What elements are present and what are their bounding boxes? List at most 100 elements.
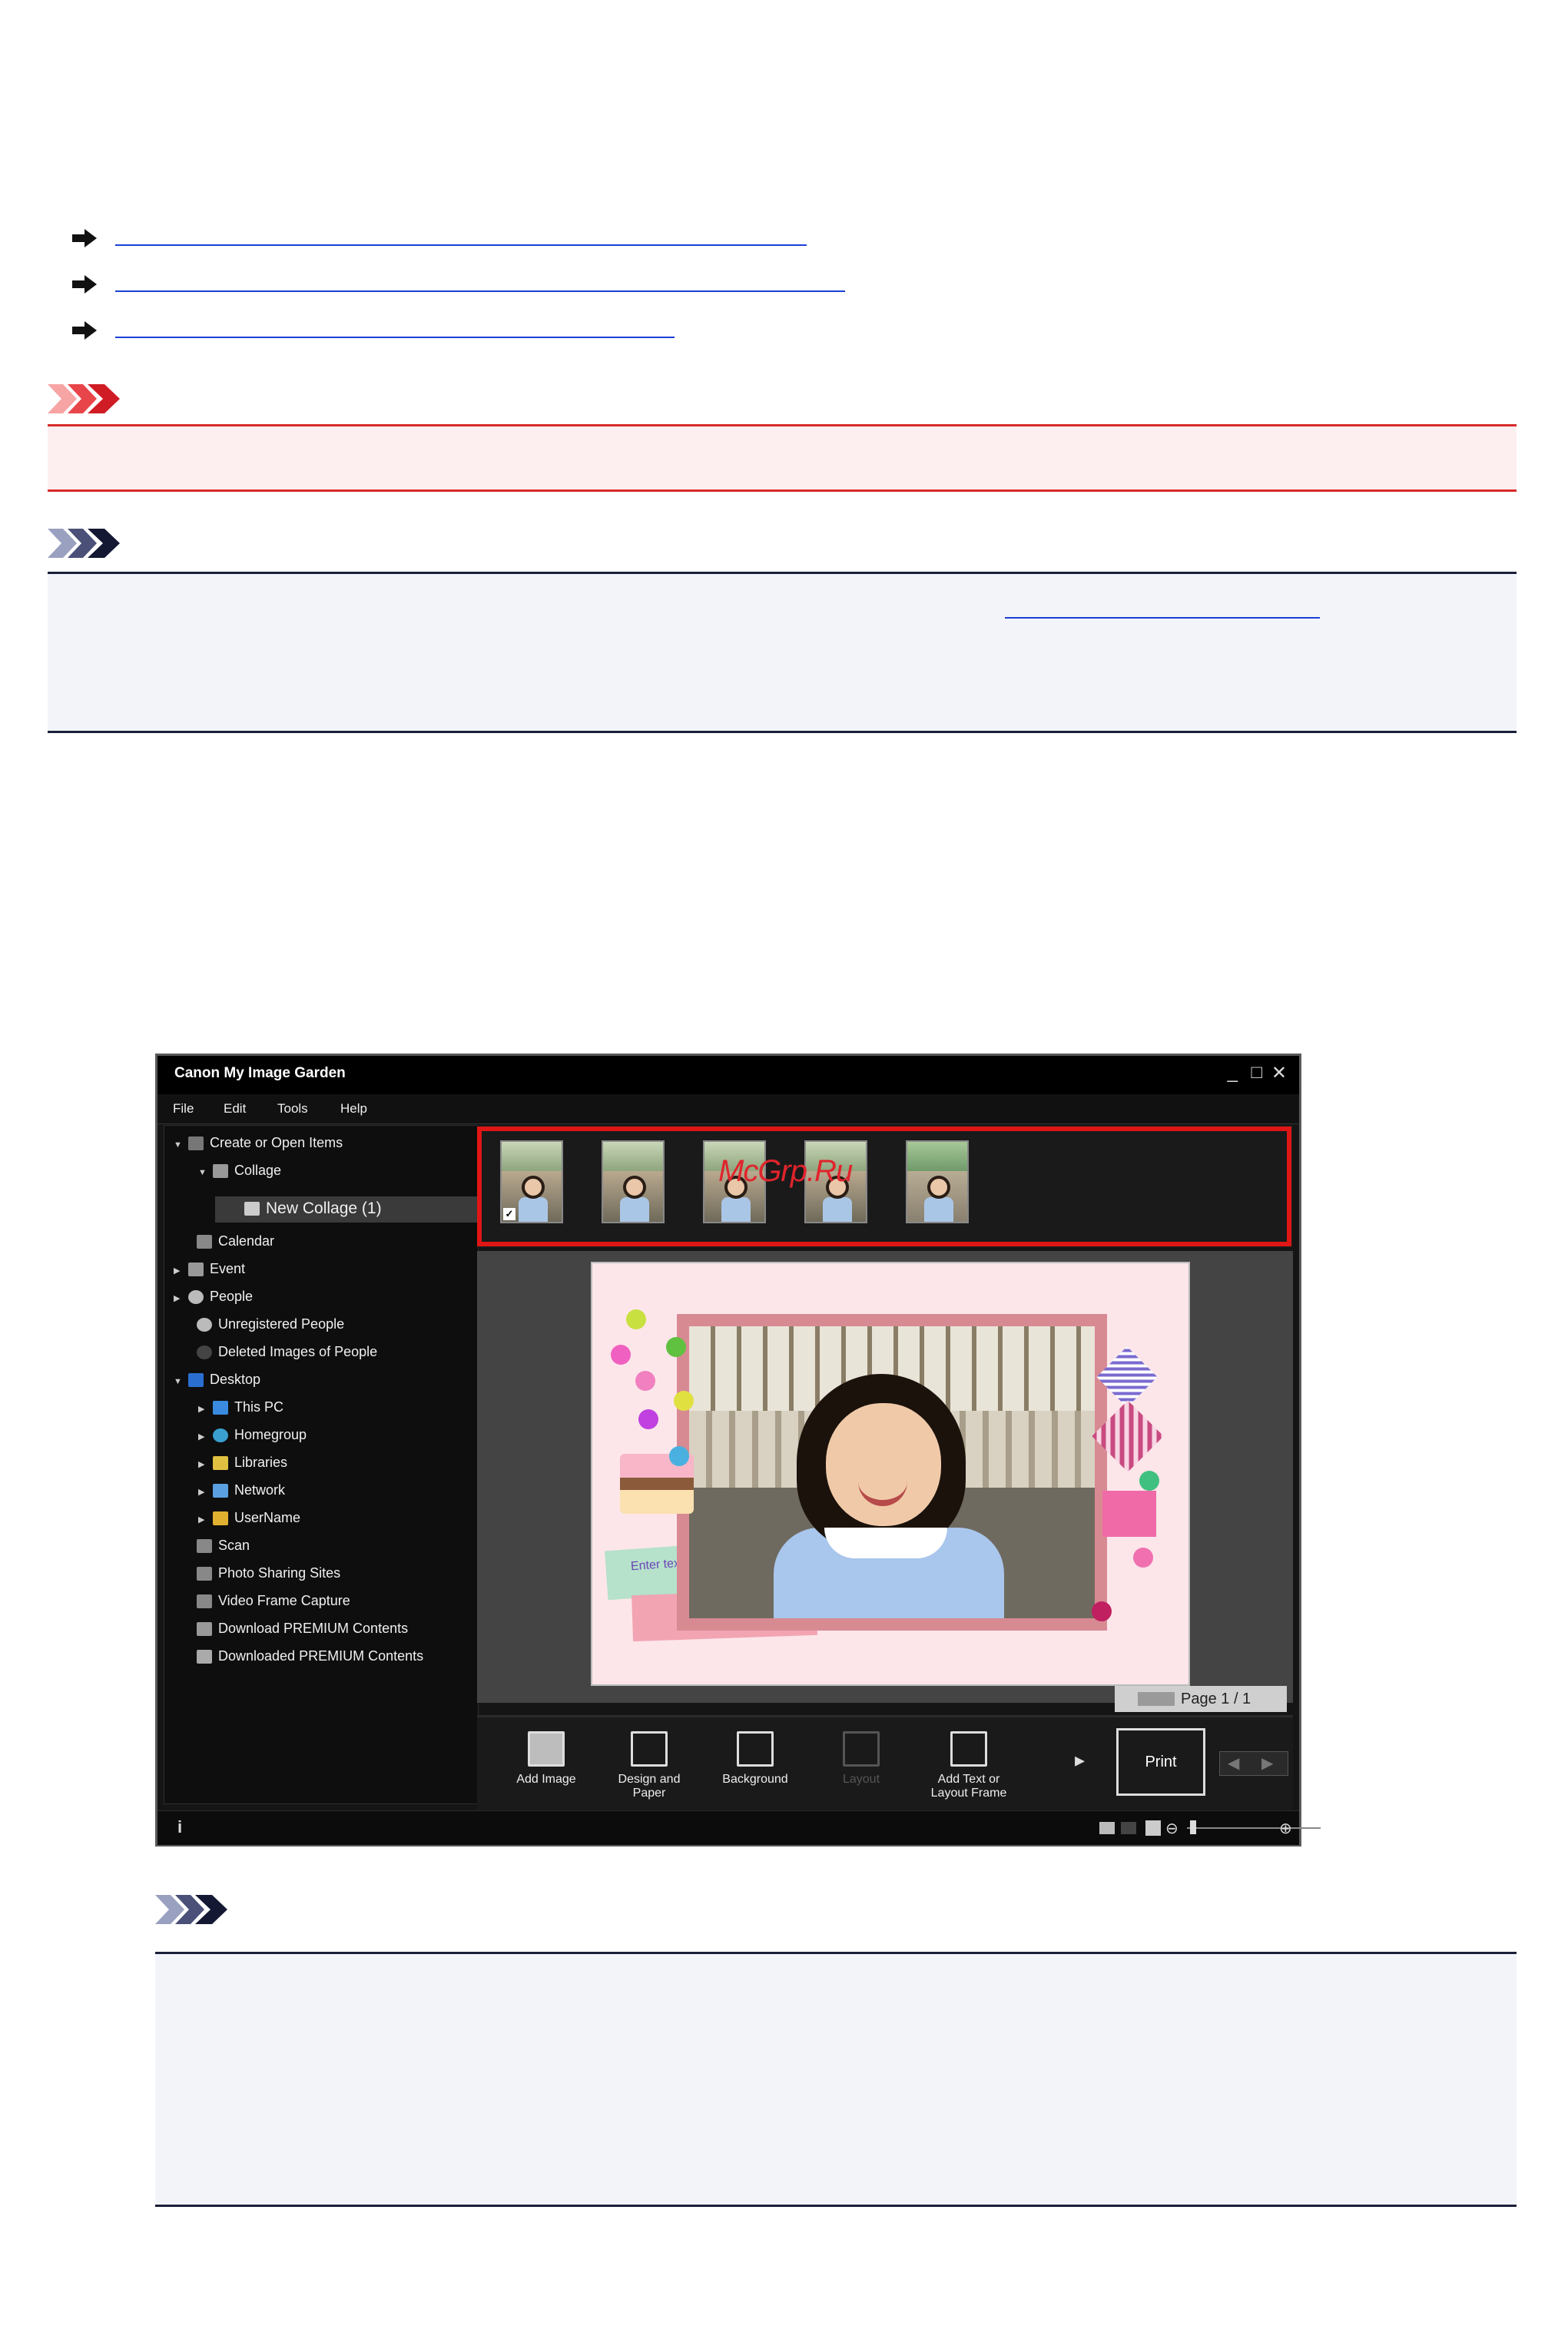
menu-tools[interactable]: Tools <box>277 1101 308 1117</box>
view-mode-icon[interactable] <box>1121 1822 1136 1834</box>
tree-libraries[interactable]: ▶ Libraries <box>198 1452 287 1473</box>
flower-decoration <box>1092 1601 1112 1621</box>
menu-file[interactable]: File <box>173 1101 194 1117</box>
zoom-out-icon[interactable]: ⊖ <box>1165 1819 1178 1838</box>
maximize-icon[interactable]: □ <box>1251 1062 1263 1083</box>
info-icon[interactable]: i <box>177 1817 182 1837</box>
design-and-paper-button[interactable]: Design and Paper <box>603 1722 695 1805</box>
flower-decoration <box>669 1446 689 1466</box>
highlight-frame <box>477 1127 1291 1246</box>
gift-decoration <box>1102 1491 1156 1537</box>
flower-decoration <box>635 1371 655 1391</box>
background-icon <box>737 1731 774 1767</box>
person-icon <box>197 1318 212 1332</box>
expand-arrow-icon[interactable]: ▼ <box>174 1371 184 1392</box>
tree-event[interactable]: ▶ Event <box>174 1258 245 1279</box>
add-image-button[interactable]: Add Image <box>500 1722 592 1805</box>
collapse-arrow-icon[interactable]: ▶ <box>174 1260 184 1282</box>
menu-help[interactable]: Help <box>340 1101 367 1117</box>
flower-decoration <box>666 1337 686 1357</box>
toolbar-scroll-right-icon[interactable]: ▸ <box>1075 1748 1085 1772</box>
page-indicator: Page 1 / 1 <box>1115 1686 1287 1712</box>
tree-new-collage[interactable]: New Collage (1) <box>244 1198 382 1219</box>
collapse-arrow-icon[interactable]: ▶ <box>198 1399 209 1420</box>
folder-icon <box>197 1650 212 1664</box>
page-nav-group: ◀ ▶ <box>1219 1751 1288 1776</box>
view-mode-icon[interactable] <box>1099 1822 1115 1834</box>
add-text-or-layout-frame-button[interactable]: Add Text or Layout Frame <box>923 1722 1015 1805</box>
tree-scan[interactable]: Scan <box>197 1535 250 1556</box>
sidebar: ▼ Create or Open Items ▼ Collage New Col… <box>164 1125 479 1804</box>
collapse-arrow-icon[interactable]: ▶ <box>198 1509 209 1531</box>
flower-decoration <box>674 1391 694 1411</box>
collapse-arrow-icon[interactable]: ▶ <box>198 1454 209 1475</box>
tree-collage[interactable]: ▼ Collage <box>198 1160 281 1181</box>
previous-page-icon[interactable]: ◀ <box>1228 1754 1239 1773</box>
tree-video-frame-capture[interactable]: Video Frame Capture <box>197 1590 350 1611</box>
video-frame-icon <box>197 1594 212 1609</box>
tree-create-or-open-items[interactable]: ▼ Create or Open Items <box>174 1132 343 1153</box>
note-box-2 <box>155 1952 1517 2207</box>
app-title: Canon My Image Garden <box>174 1065 346 1081</box>
layout-icon <box>843 1731 880 1767</box>
menu-bar: File Edit Tools Help <box>157 1094 1299 1124</box>
important-box <box>48 424 1517 492</box>
link-row-3[interactable] <box>71 315 675 346</box>
photo-image <box>689 1326 1095 1618</box>
arrow-right-icon <box>72 321 97 340</box>
print-button[interactable]: Print <box>1116 1728 1205 1796</box>
person-icon <box>188 1290 204 1305</box>
next-page-icon[interactable]: ▶ <box>1261 1754 1273 1773</box>
note-icon <box>48 529 120 558</box>
flower-decoration <box>611 1345 631 1365</box>
link-row-1[interactable] <box>71 223 807 254</box>
page-thumbnail-icon <box>1138 1692 1175 1706</box>
add-image-icon <box>528 1731 565 1767</box>
photo-frame[interactable] <box>677 1314 1107 1631</box>
zoom-slider[interactable] <box>1187 1827 1321 1829</box>
photo-sharing-icon <box>197 1567 212 1581</box>
tree-homegroup[interactable]: ▶ Homegroup <box>198 1424 307 1445</box>
flower-decoration <box>1139 1471 1159 1491</box>
create-items-icon <box>188 1136 204 1151</box>
status-bar: i ⊖ ⊕ <box>157 1810 1321 1845</box>
calendar-icon <box>197 1235 212 1249</box>
tree-unregistered-people[interactable]: Unregistered People <box>197 1313 344 1335</box>
collapse-arrow-icon[interactable]: ▶ <box>174 1288 184 1309</box>
layout-button[interactable]: Layout <box>815 1722 907 1805</box>
tree-downloaded-premium-contents[interactable]: Downloaded PREMIUM Contents <box>197 1645 423 1667</box>
collapse-arrow-icon[interactable]: ▶ <box>198 1482 209 1503</box>
expand-arrow-icon[interactable]: ▼ <box>174 1134 184 1156</box>
tree-this-pc[interactable]: ▶ This PC <box>198 1396 283 1418</box>
event-icon <box>188 1263 204 1277</box>
zoom-slider-handle[interactable] <box>1190 1820 1196 1834</box>
link-2[interactable] <box>115 290 845 292</box>
tree-desktop[interactable]: ▼ Desktop <box>174 1369 260 1390</box>
libraries-icon <box>213 1456 229 1471</box>
tree-photo-sharing-sites[interactable]: Photo Sharing Sites <box>197 1562 340 1584</box>
tree-network[interactable]: ▶ Network <box>198 1479 285 1501</box>
tree-calendar[interactable]: Calendar <box>197 1230 274 1252</box>
tree-download-premium-contents[interactable]: Download PREMIUM Contents <box>197 1618 408 1639</box>
note-link[interactable] <box>1005 617 1320 619</box>
tree-username[interactable]: ▶ UserName <box>198 1507 300 1528</box>
minimize-icon[interactable]: _ <box>1228 1062 1238 1083</box>
expand-arrow-icon[interactable]: ▼ <box>198 1162 209 1183</box>
homegroup-icon <box>213 1428 229 1443</box>
flower-decoration <box>1133 1548 1153 1568</box>
link-3[interactable] <box>115 337 675 338</box>
title-bar: Canon My Image Garden _ □ ✕ <box>157 1056 1299 1094</box>
menu-edit[interactable]: Edit <box>224 1101 246 1117</box>
zoom-in-icon[interactable]: ⊕ <box>1279 1819 1292 1838</box>
arrow-right-icon <box>72 229 97 247</box>
collage-page[interactable]: Enter text <box>591 1262 1190 1686</box>
link-row-2[interactable] <box>71 269 845 300</box>
collapse-arrow-icon[interactable]: ▶ <box>198 1426 209 1448</box>
tree-people[interactable]: ▶ People <box>174 1286 253 1307</box>
close-icon[interactable]: ✕ <box>1271 1062 1287 1084</box>
background-button[interactable]: Background <box>709 1722 801 1805</box>
link-1[interactable] <box>115 244 807 246</box>
tree-deleted-images-of-people[interactable]: Deleted Images of People <box>197 1341 377 1362</box>
fit-page-icon[interactable] <box>1145 1820 1161 1836</box>
add-text-icon <box>950 1731 987 1767</box>
